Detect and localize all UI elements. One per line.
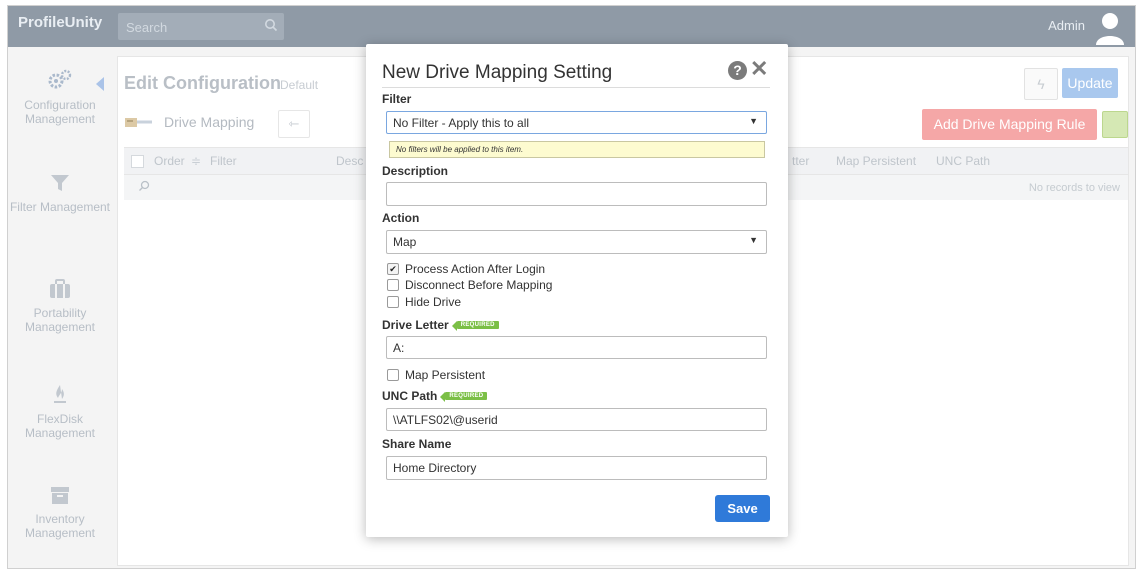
process-action-after-login-option[interactable]: ✔ Process Action After Login: [387, 262, 545, 276]
filter-select-value: No Filter - Apply this to all: [393, 116, 530, 130]
unc-path-input[interactable]: \\ATLFS02\@userid: [386, 408, 767, 431]
sidebar-item-configuration[interactable]: Configuration Management: [8, 69, 112, 126]
drive-mapping-dialog: New Drive Mapping Setting ? ✕ Filter No …: [366, 44, 788, 537]
share-name-value: Home Directory: [393, 461, 477, 475]
map-persistent-option[interactable]: Map Persistent: [387, 368, 485, 382]
share-name-label: Share Name: [382, 437, 452, 451]
disconnect-checkbox[interactable]: [387, 278, 399, 291]
sidebar-item-label: Configuration Management: [24, 98, 96, 126]
top-bar: ProfileUnity Search Admin: [8, 6, 1135, 47]
avatar-icon[interactable]: [1093, 9, 1127, 45]
required-badge: REQUIRED: [440, 391, 488, 402]
close-icon[interactable]: ✕: [750, 58, 768, 80]
update-button[interactable]: Update: [1062, 68, 1118, 98]
drive-letter-value: A:: [393, 341, 405, 355]
page-subtitle: Default: [280, 78, 319, 92]
sidebar-item-label: Inventory Management: [24, 512, 96, 540]
sidebar-item-inventory[interactable]: Inventory Management: [8, 485, 112, 540]
description-input[interactable]: [386, 182, 767, 206]
sort-icon[interactable]: ≑: [191, 154, 201, 168]
action-select-value: Map: [393, 235, 417, 249]
column-header-order[interactable]: Order: [154, 154, 185, 168]
user-name[interactable]: Admin: [1048, 18, 1085, 33]
column-header-description[interactable]: Desc: [336, 154, 363, 168]
search-input[interactable]: Search: [118, 13, 284, 40]
drive-letter-input[interactable]: A:: [386, 336, 767, 359]
archive-icon: [8, 485, 112, 508]
select-all-checkbox[interactable]: [131, 155, 144, 168]
option-label: Process Action After Login: [405, 262, 546, 276]
no-records-text: No records to view: [1028, 182, 1120, 194]
filter-label: Filter: [382, 92, 412, 106]
filter-select[interactable]: No Filter - Apply this to all ▼: [386, 111, 767, 134]
gears-icon: [8, 69, 112, 94]
search-icon[interactable]: [264, 18, 278, 37]
save-button[interactable]: Save: [715, 495, 770, 522]
briefcase-icon: [8, 279, 112, 302]
help-icon[interactable]: ?: [728, 61, 747, 80]
back-button[interactable]: ⇽: [278, 110, 310, 138]
sidebar-item-label: FlexDisk Management: [24, 412, 96, 440]
section-title: Drive Mapping: [164, 114, 255, 130]
brand-logo: ProfileUnity: [18, 14, 103, 31]
bolt-button[interactable]: ϟ: [1024, 68, 1058, 100]
chevron-down-icon: ▼: [749, 116, 758, 126]
option-label: Hide Drive: [405, 295, 462, 309]
sidebar-item-label: Portability Management: [24, 306, 96, 334]
flexdisk-icon: [8, 383, 112, 408]
search-placeholder: Search: [126, 20, 168, 35]
sidebar: Configuration Management Filter Manageme…: [8, 47, 112, 568]
search-icon[interactable]: [138, 180, 150, 195]
required-badge: REQUIRED: [451, 320, 499, 331]
drive-mapping-icon: [124, 115, 154, 134]
chevron-down-icon: ▼: [749, 235, 758, 245]
share-name-input[interactable]: Home Directory: [386, 456, 767, 480]
sidebar-item-filter[interactable]: Filter Management: [8, 173, 112, 214]
filter-tooltip: No filters will be applied to this item.: [389, 141, 765, 158]
sidebar-item-label: Filter Management: [9, 200, 111, 214]
column-header-unc-path[interactable]: UNC Path: [936, 154, 990, 168]
hide-drive-option[interactable]: Hide Drive: [387, 295, 461, 309]
map-persistent-checkbox[interactable]: [387, 368, 399, 381]
sidebar-item-flexdisk[interactable]: FlexDisk Management: [8, 383, 112, 440]
drive-letter-label-text: Drive Letter: [382, 318, 449, 332]
description-label: Description: [382, 164, 449, 178]
action-label: Action: [382, 211, 420, 225]
filter-icon: [8, 173, 112, 196]
disconnect-before-mapping-option[interactable]: Disconnect Before Mapping: [387, 278, 552, 292]
page-title: Edit Configuration: [124, 73, 281, 93]
unc-path-value: \\ATLFS02\@userid: [393, 413, 498, 427]
add-drive-mapping-rule-button[interactable]: Add Drive Mapping Rule: [922, 109, 1097, 140]
back-arrow-icon: ⇽: [288, 116, 300, 131]
column-header-filter[interactable]: Filter: [210, 154, 237, 168]
option-label: Map Persistent: [405, 368, 486, 382]
drive-letter-label: Drive Letter REQUIRED: [382, 318, 499, 332]
settings-icon[interactable]: [1102, 111, 1128, 138]
option-label: Disconnect Before Mapping: [405, 278, 553, 292]
unc-path-label-text: UNC Path: [382, 389, 438, 403]
dialog-title: New Drive Mapping Setting: [382, 62, 613, 83]
unc-path-label: UNC Path REQUIRED: [382, 389, 488, 403]
title-divider: [382, 87, 770, 88]
column-header-drive-letter[interactable]: tter: [792, 154, 809, 168]
column-header-map-persistent[interactable]: Map Persistent: [836, 154, 916, 168]
hide-drive-checkbox[interactable]: [387, 295, 399, 308]
process-action-checkbox[interactable]: ✔: [387, 262, 399, 275]
sidebar-item-portability[interactable]: Portability Management: [8, 279, 112, 334]
action-select[interactable]: Map ▼: [386, 230, 767, 254]
bolt-icon: ϟ: [1037, 76, 1045, 92]
